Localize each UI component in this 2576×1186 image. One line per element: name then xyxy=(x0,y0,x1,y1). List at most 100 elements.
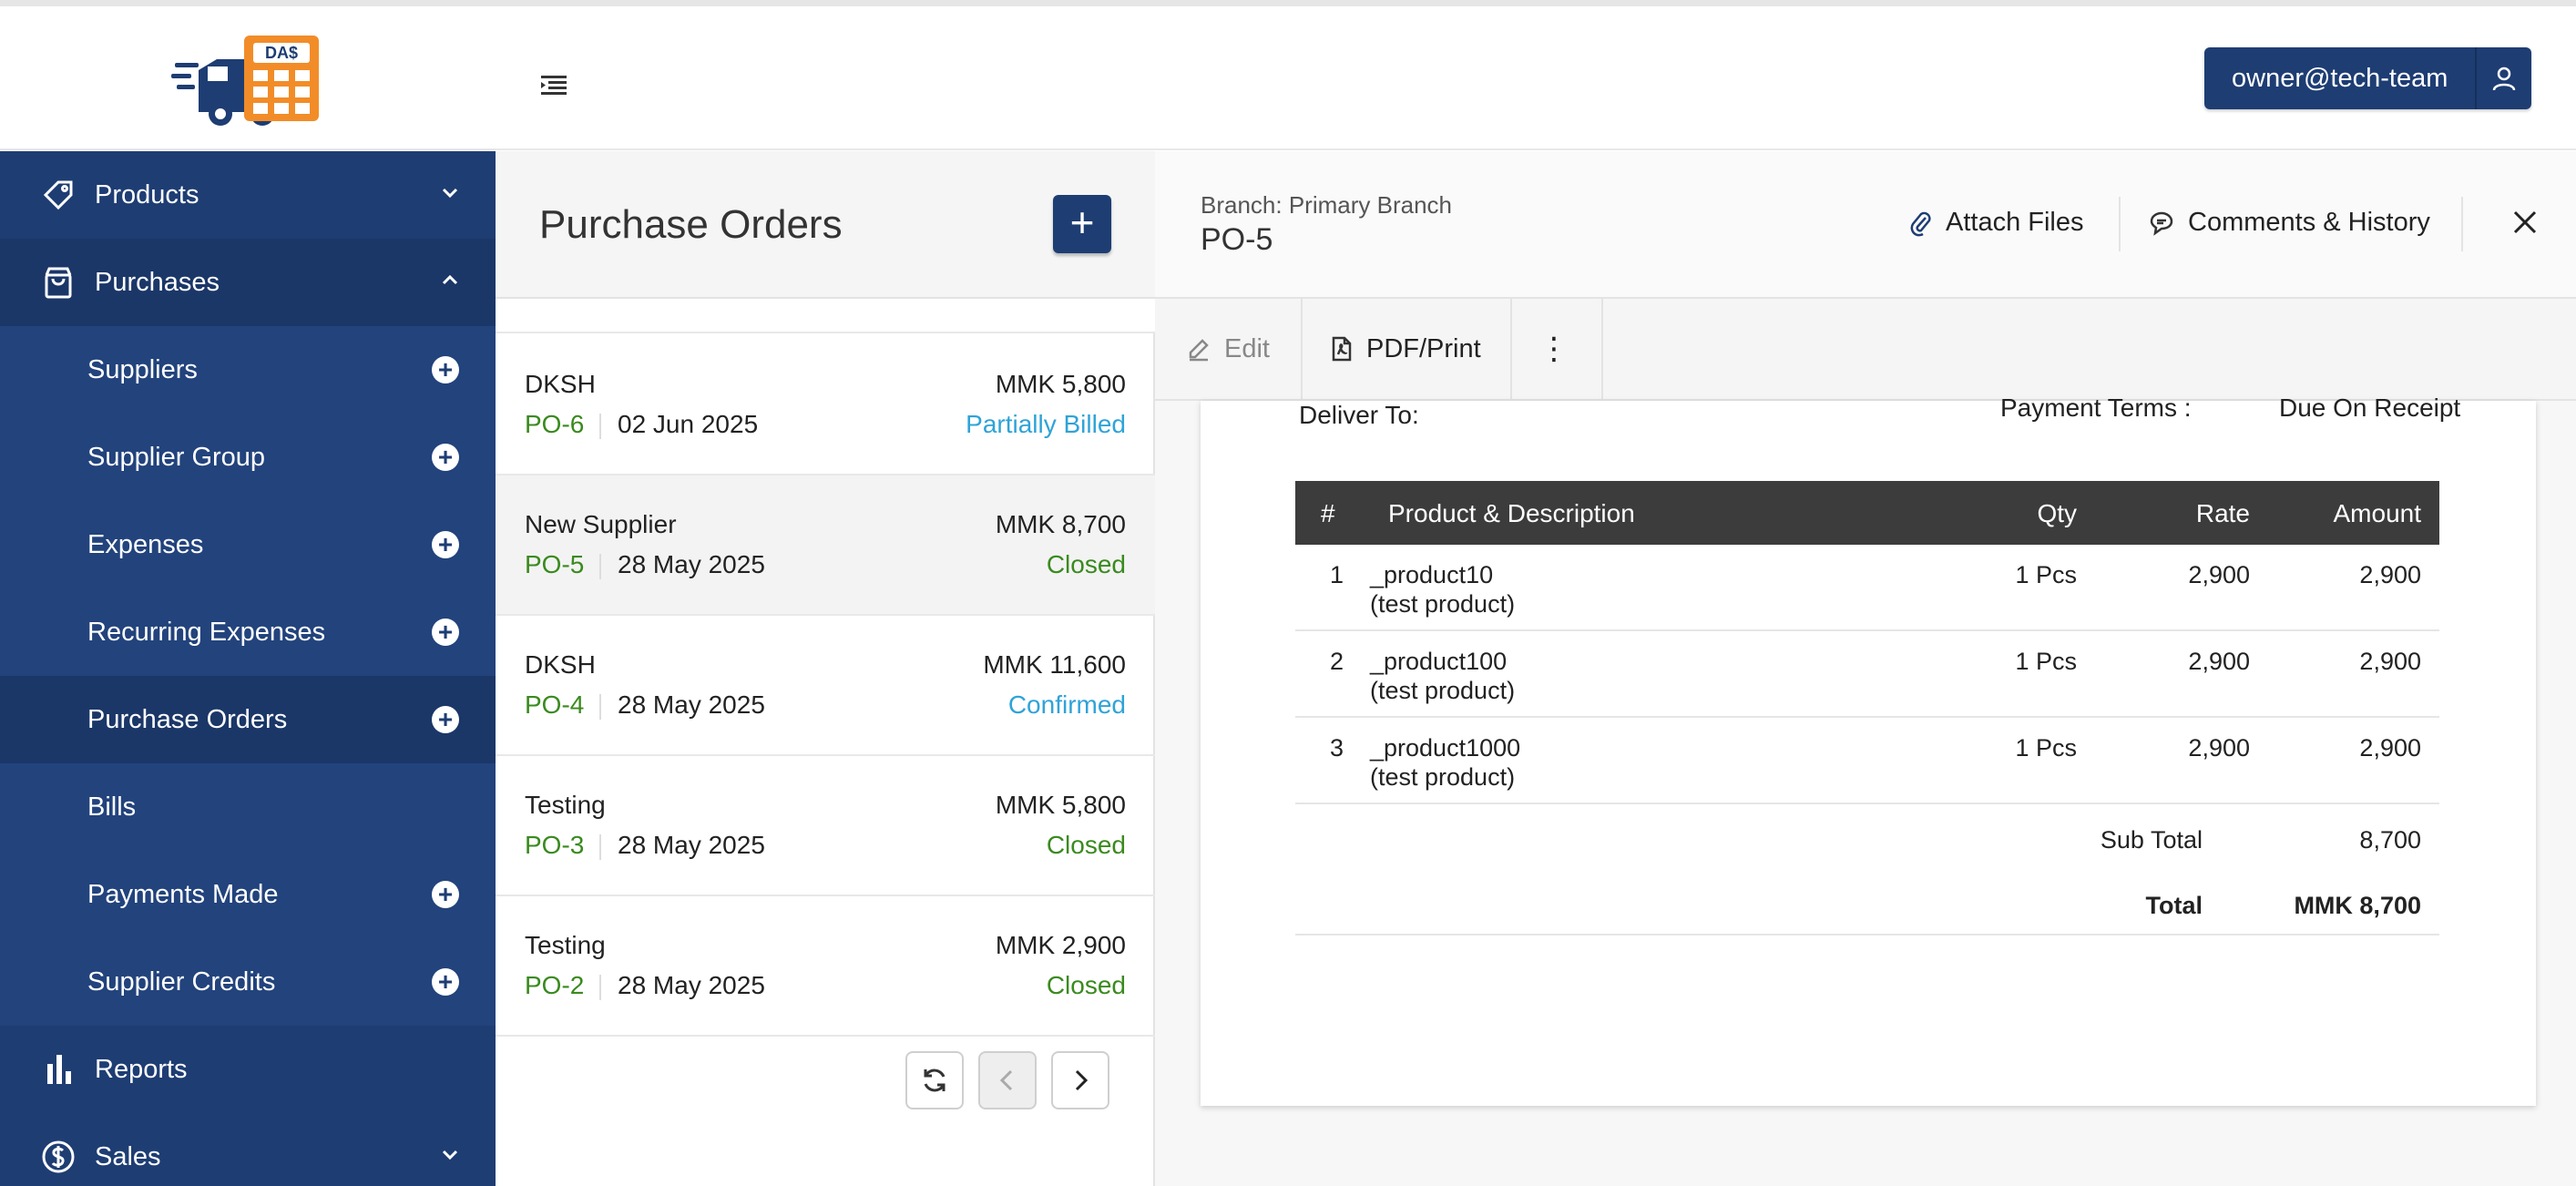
qty-cell: 1 Pcs xyxy=(2015,648,2077,675)
table-row: 2 _product100 (test product) 1 Pcs 2,900… xyxy=(1295,631,2439,718)
user-email[interactable]: owner@tech-team xyxy=(2204,47,2476,109)
order-date: 28 May 2025 xyxy=(618,550,765,578)
supplier-name: Testing xyxy=(525,931,606,959)
supplier-name: Testing xyxy=(525,791,606,819)
sidebar-item-payments-made[interactable]: Payments Made + xyxy=(0,851,496,938)
comments-icon xyxy=(2150,211,2173,236)
app-header: DA$ owner@tech-team xyxy=(0,6,2576,150)
column-header: # xyxy=(1321,499,1335,527)
amount-cell: 2,900 xyxy=(2359,648,2421,675)
order-amount: MMK 5,800 xyxy=(995,791,1126,819)
branch-label: Branch: Primary Branch xyxy=(1201,191,1452,219)
chevron-up-icon xyxy=(442,274,458,285)
sidebar-item-label: Supplier Credits xyxy=(87,966,276,997)
divider xyxy=(1510,299,1512,399)
detail-header: Branch: Primary Branch PO-5 Attach Files… xyxy=(1155,151,2576,299)
pdf-print-button[interactable]: PDF/Print xyxy=(1330,299,1481,399)
attach-files-button[interactable]: Attach Files xyxy=(1909,208,2084,238)
sidebar-item-label: Suppliers xyxy=(87,354,198,384)
rate-cell: 2,900 xyxy=(2188,734,2250,762)
shopping-bag-icon xyxy=(45,267,72,299)
subtotal-value: 8,700 xyxy=(2359,826,2421,854)
app-logo[interactable]: DA$ xyxy=(171,32,326,130)
add-supplier-group-icon[interactable]: + xyxy=(432,444,459,471)
po-number: PO-4 xyxy=(525,690,585,719)
row-number: 2 xyxy=(1330,648,1344,675)
sidebar-item-purchase-orders[interactable]: Purchase Orders + xyxy=(0,676,496,763)
row-number: 1 xyxy=(1330,561,1344,588)
comments-history-button[interactable]: Comments & History xyxy=(2148,208,2430,238)
order-date: 02 Jun 2025 xyxy=(618,410,759,438)
sidebar-item-suppliers[interactable]: Suppliers + xyxy=(0,326,496,414)
add-supplier-credit-icon[interactable]: + xyxy=(432,968,459,996)
subtotal-label: Sub Total xyxy=(2100,826,2203,854)
user-icon[interactable] xyxy=(2475,47,2532,109)
sidebar-item-label: Payments Made xyxy=(87,879,279,909)
po-number: PO-3 xyxy=(525,831,585,859)
purchase-order-document: Deliver To: Payment Terms : Due On Recei… xyxy=(1201,394,2536,1106)
list-item[interactable]: DKSH MMK 5,800 PO-6 02 Jun 2025 Partiall… xyxy=(496,335,1155,475)
edit-button[interactable]: Edit xyxy=(1186,299,1270,399)
qty-cell: 1 Pcs xyxy=(2015,734,2077,762)
add-supplier-icon[interactable]: + xyxy=(432,356,459,383)
refresh-button[interactable] xyxy=(905,1051,964,1109)
order-date: 28 May 2025 xyxy=(618,831,765,859)
next-page-button[interactable] xyxy=(1051,1051,1109,1109)
sidebar-item-reports[interactable]: Reports xyxy=(0,1026,496,1113)
tag-icon xyxy=(43,180,73,210)
deliver-to-label: Deliver To: xyxy=(1299,401,1419,429)
chevron-left-icon xyxy=(999,1069,1013,1091)
chevron-right-icon xyxy=(1075,1069,1089,1091)
sidebar-item-sales[interactable]: Sales xyxy=(0,1113,496,1186)
divider xyxy=(2119,197,2121,251)
divider xyxy=(599,975,601,1000)
user-menu-button[interactable]: owner@tech-team xyxy=(2204,47,2532,109)
divider xyxy=(599,834,601,860)
page-title: Purchase Orders xyxy=(539,202,843,247)
sidebar-item-recurring-expenses[interactable]: Recurring Expenses + xyxy=(0,588,496,676)
sidebar-item-label: Products xyxy=(95,179,199,210)
add-recurring-expense-icon[interactable]: + xyxy=(432,619,459,646)
sidebar-item-purchases[interactable]: Purchases xyxy=(0,239,496,326)
chevron-down-icon xyxy=(442,188,458,199)
rate-cell: 2,900 xyxy=(2188,648,2250,675)
sidebar-item-label: Sales xyxy=(95,1141,161,1171)
status-badge: Confirmed xyxy=(1007,690,1126,719)
previous-page-button[interactable] xyxy=(978,1051,1037,1109)
product-name: _product1000 xyxy=(1370,734,1521,762)
list-item[interactable]: DKSH MMK 11,600 PO-4 28 May 2025 Confirm… xyxy=(496,616,1155,756)
order-date: 28 May 2025 xyxy=(618,690,765,719)
sidebar-item-supplier-group[interactable]: Supplier Group + xyxy=(0,414,496,501)
sidebar-item-expenses[interactable]: Expenses + xyxy=(0,501,496,588)
top-edge xyxy=(0,0,2576,6)
list-item[interactable]: Testing MMK 5,800 PO-3 28 May 2025 Close… xyxy=(496,756,1155,896)
list-header: Purchase Orders + xyxy=(496,151,1155,299)
divider xyxy=(1301,299,1303,399)
status-badge: Partially Billed xyxy=(966,410,1126,438)
add-payment-icon[interactable]: + xyxy=(432,881,459,908)
sidebar-item-supplier-credits[interactable]: Supplier Credits + xyxy=(0,938,496,1026)
sidebar-item-label: Recurring Expenses xyxy=(87,617,326,647)
more-options-button[interactable]: ⋮ xyxy=(1536,299,1572,399)
add-purchase-order-button[interactable]: + xyxy=(1053,195,1111,253)
column-header: Product & Description xyxy=(1388,499,1635,527)
sidebar-item-bills[interactable]: Bills xyxy=(0,763,496,851)
sidebar-item-label: Purchases xyxy=(95,267,220,297)
sidebar-item-products[interactable]: Products xyxy=(0,151,496,239)
add-purchase-order-icon[interactable]: + xyxy=(432,706,459,733)
status-badge: Closed xyxy=(1046,971,1126,999)
sidebar-item-label: Expenses xyxy=(87,529,204,559)
svg-text:DA$: DA$ xyxy=(265,44,298,62)
close-icon[interactable] xyxy=(2509,206,2541,239)
list-item[interactable]: New Supplier MMK 8,700 PO-5 28 May 2025 … xyxy=(496,475,1155,616)
column-header: Amount xyxy=(2333,499,2422,527)
order-date: 28 May 2025 xyxy=(618,971,765,999)
chevron-down-icon xyxy=(442,1150,458,1160)
detail-toolbar: Edit PDF/Print ⋮ xyxy=(1155,299,2576,401)
total-row: Total MMK 8,700 xyxy=(1295,870,2439,936)
menu-toggle-icon[interactable] xyxy=(536,66,572,103)
add-expense-icon[interactable]: + xyxy=(432,531,459,558)
order-amount: MMK 11,600 xyxy=(983,650,1126,679)
list-item[interactable]: Testing MMK 2,900 PO-2 28 May 2025 Close… xyxy=(496,896,1155,1037)
payment-terms-label: Payment Terms : xyxy=(2000,394,2192,422)
